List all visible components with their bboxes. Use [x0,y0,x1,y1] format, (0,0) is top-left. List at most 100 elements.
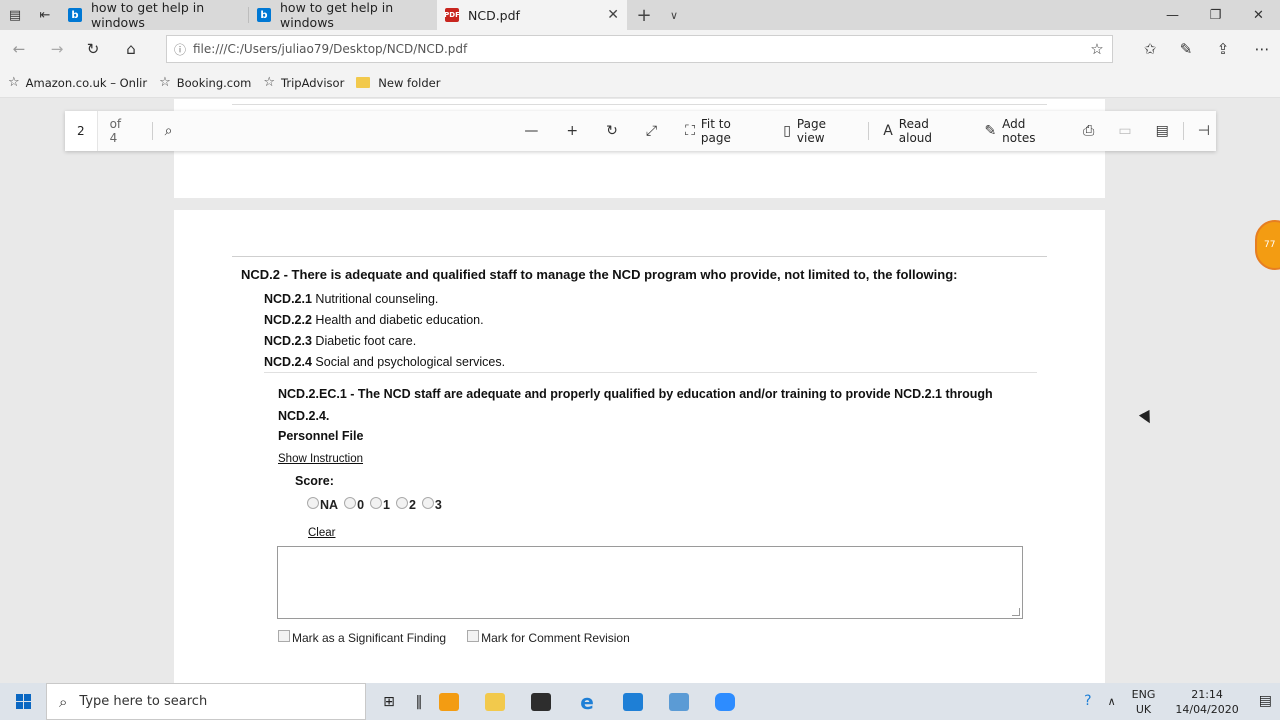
file-explorer-icon[interactable] [472,683,518,720]
search-icon: ⌕ [59,692,68,711]
comment-textarea[interactable] [277,546,1023,619]
favorite-booking[interactable]: ☆ Booking.com [159,75,251,90]
item-text: Nutritional counseling. [315,292,439,306]
pdf-viewer[interactable]: NCD.2 - There is adequate and qualified … [0,99,1280,683]
zoom-in-icon[interactable]: + [566,123,584,139]
app-blue-icon[interactable] [656,683,702,720]
show-instruction-link[interactable]: Show Instruction [278,453,363,465]
divider [151,122,153,140]
score-radio-3[interactable] [421,497,434,509]
zoom-out-icon[interactable]: — [524,123,544,139]
resize-handle-icon[interactable] [1012,608,1020,616]
tab-1[interactable]: b how to get help in windows [60,0,248,30]
fit-to-page-icon: ⛶ [685,123,695,139]
close-tab-icon[interactable]: ✕ [607,7,619,23]
navigation-bar: ← → ↻ ⌂ ⓘ file:///C:/Users/juliao79/Desk… [0,30,1280,68]
tab-2-label: how to get help in windows [280,0,394,30]
pin-toolbar-icon[interactable]: ⊣ [1198,123,1216,139]
fit-to-page-button[interactable]: ⛶ Fit to page [685,117,761,145]
tab-3-label: NCD.pdf [468,7,520,23]
favorite-label: New folder [378,75,441,90]
favorite-tripadvisor[interactable]: ☆ TripAdvisor [263,75,344,90]
favorites-list-icon[interactable]: ✩ [1140,39,1160,59]
more-icon[interactable]: ⋯ [1252,39,1272,59]
add-notes-label: Add notes [1002,117,1036,145]
bing-icon: b [68,8,82,22]
back-icon[interactable]: ← [9,39,29,59]
read-aloud-button[interactable]: A Read aloud [883,117,962,145]
comment-revision-checkbox[interactable] [467,630,480,642]
favorite-amazon[interactable]: ☆ Amazon.co.uk – Onlir [8,75,147,90]
score-radio-2[interactable] [395,497,408,509]
date-label: 14/04/2020 [1175,702,1239,716]
clock[interactable]: 21:14 14/04/2020 [1175,687,1238,717]
save-icon[interactable]: ▭ [1118,123,1137,139]
edge-icon[interactable]: e [564,683,610,720]
region-label: UK [1135,702,1152,716]
item-text: Health and diabetic education. [315,313,484,327]
set-aside-tabs-icon[interactable]: ⇤ [30,0,60,30]
title-bar: ▤ ⇤ b how to get help in windows b how t… [0,0,1280,30]
refresh-icon[interactable]: ↻ [83,39,103,59]
minimize-icon[interactable]: — [1151,0,1194,30]
ec-text: The NCD staff are adequate and properly … [278,387,993,423]
store-icon[interactable] [518,683,564,720]
new-tab-icon[interactable]: + [627,0,661,30]
close-window-icon[interactable]: ✕ [1237,0,1280,30]
star-icon: ☆ [263,75,276,90]
page-view-label: Page view [796,117,826,145]
address-url[interactable]: file:///C:/Users/juliao79/Desktop/NCD/NC… [193,42,1082,56]
zoom-app-icon[interactable] [702,683,748,720]
tab-actions-icon[interactable]: ▤ [0,0,30,30]
taskbar-search[interactable]: ⌕ Type here to search [46,683,366,720]
print-icon[interactable]: ⎙ [1083,123,1100,139]
item-code: NCD.2.2 [264,313,312,327]
score-radio-0[interactable] [344,497,357,509]
significant-finding-checkbox[interactable] [278,630,290,642]
favorite-star-icon[interactable]: ☆ [1082,40,1112,58]
app-orange-icon[interactable] [426,683,472,720]
score-option-label: 0 [357,498,365,512]
divider [868,122,870,140]
page-view-button[interactable]: ▯ Page view [783,117,854,145]
mail-icon[interactable] [610,683,656,720]
chevron-up-icon[interactable]: ∧ [1108,694,1116,709]
help-icon[interactable]: ? [1084,694,1091,709]
forward-icon[interactable]: → [47,39,67,59]
clear-link[interactable]: Clear [308,527,335,539]
star-icon: ☆ [159,75,171,90]
score-radio-1[interactable] [370,497,383,509]
home-icon[interactable]: ⌂ [121,39,141,59]
start-button[interactable] [0,683,46,720]
restore-icon[interactable]: ❐ [1194,0,1237,30]
pen-icon[interactable]: ✎ [1176,39,1196,59]
ec-code: NCD.2.EC.1 [278,387,347,401]
language-indicator[interactable]: ENG UK [1132,687,1156,717]
tab-2[interactable]: b how to get help in windows [249,0,437,30]
page-number-input[interactable]: 2 [65,111,98,151]
fit-to-page-label: Fit to page [700,117,731,145]
favorite-label: TripAdvisor [281,75,345,90]
share-icon[interactable]: ⇪ [1213,39,1233,59]
score-option-label: 3 [434,498,442,512]
read-aloud-label: Read aloud [898,117,933,145]
side-badge-count: 77 [1264,240,1276,250]
chevron-down-icon[interactable]: ∨ [661,0,687,30]
favorite-label: Booking.com [176,75,252,90]
rotate-icon[interactable]: ↻ [606,123,624,139]
comment-revision-label: Mark for Comment Revision [481,631,630,645]
save-as-icon[interactable]: ▤ [1156,123,1175,139]
task-view-icon[interactable]: ⊞ [366,683,412,720]
score-radio-na[interactable] [307,497,319,509]
side-badge[interactable]: 77 [1255,220,1280,270]
add-notes-button[interactable]: ✎ Add notes [984,117,1059,145]
tab-3-active[interactable]: PDF NCD.pdf ✕ [437,0,627,30]
full-screen-icon[interactable]: ⤢ [646,123,663,139]
divider [264,372,1037,373]
find-icon[interactable]: ⌕ [165,123,179,139]
favorite-new-folder[interactable]: New folder [356,76,440,90]
read-aloud-icon: A [883,123,893,139]
address-bar[interactable]: ⓘ file:///C:/Users/juliao79/Desktop/NCD/… [166,35,1113,63]
notifications-icon[interactable]: ▤ [1259,694,1272,709]
system-tray: ? ∧ ENG UK 21:14 14/04/2020 ▤ [1076,683,1280,720]
